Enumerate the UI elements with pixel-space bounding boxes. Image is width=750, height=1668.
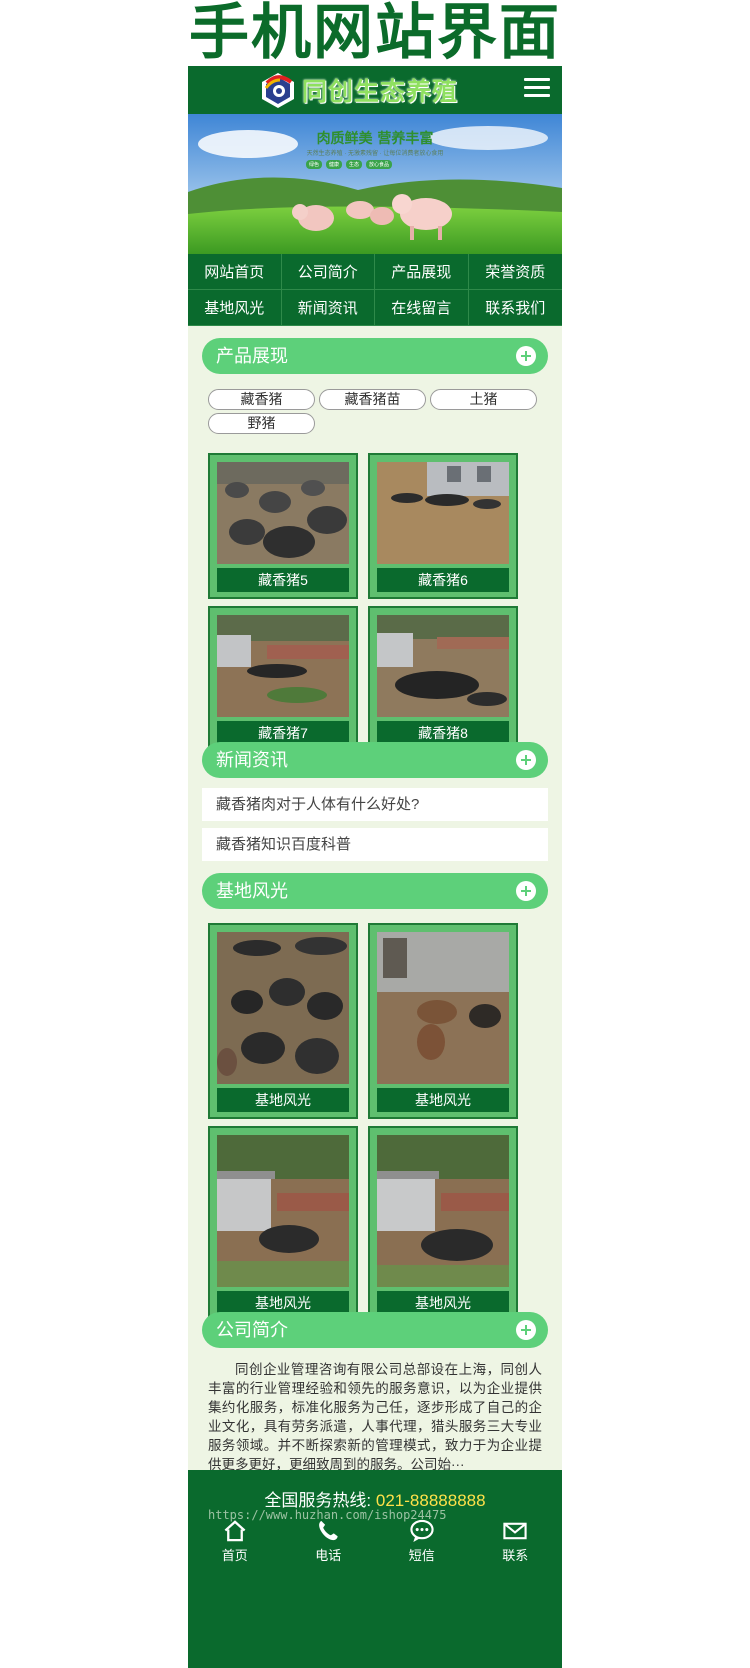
nav-item-message[interactable]: 在线留言	[375, 290, 469, 326]
scenery-card[interactable]: 基地风光	[368, 1126, 518, 1322]
hero-headline: 肉质鲜美 营养丰富	[316, 131, 434, 147]
logo-text: 同创生态养殖	[302, 77, 459, 106]
nav-item-contact[interactable]: 联系我们	[468, 290, 562, 326]
section-header-scenery[interactable]: 基地风光	[202, 873, 548, 909]
scenery-photo	[377, 932, 509, 1084]
scenery-photo	[217, 932, 349, 1084]
section-title: 公司简介	[216, 1320, 288, 1340]
plus-icon[interactable]	[516, 346, 536, 366]
scenery-caption: 基地风光	[217, 1088, 349, 1112]
tab-sms[interactable]: 短信	[375, 1518, 469, 1568]
category-tag[interactable]: 藏香猪	[208, 389, 315, 410]
site-header: 同创生态养殖	[188, 66, 562, 114]
product-caption: 藏香猪6	[377, 568, 509, 592]
section-header-products[interactable]: 产品展现	[202, 338, 548, 374]
scenery-card[interactable]: 基地风光	[208, 1126, 358, 1322]
plus-icon[interactable]	[516, 881, 536, 901]
nav-item-base[interactable]: 基地风光	[188, 290, 282, 326]
tab-label: 短信	[408, 1548, 435, 1563]
main-nav: 网站首页 公司简介 产品展现 荣誉资质 基地风光 新闻资讯 在线留言 联系我们	[188, 254, 562, 326]
scenery-card[interactable]: 基地风光	[368, 923, 518, 1119]
page-banner-title: 手机网站界面	[189, 0, 561, 68]
section-title: 产品展现	[216, 346, 288, 366]
category-tag[interactable]: 野猪	[208, 413, 315, 434]
hero-pill: 放心食品	[366, 160, 393, 169]
nav-item-products[interactable]: 产品展现	[375, 254, 469, 290]
product-photo	[377, 462, 509, 564]
scenery-card[interactable]: 基地风光	[208, 923, 358, 1119]
menu-icon[interactable]	[524, 78, 550, 100]
product-card[interactable]: 藏香猪6	[368, 453, 518, 599]
tab-phone[interactable]: 电话	[282, 1518, 376, 1568]
hero-pill: 生态	[346, 160, 363, 169]
tab-label: 联系	[502, 1548, 529, 1563]
hero-pill: 绿色	[306, 160, 323, 169]
tab-label: 首页	[221, 1548, 248, 1563]
mail-icon	[503, 1522, 527, 1540]
plus-icon[interactable]	[516, 750, 536, 770]
hero-pill: 健康	[326, 160, 343, 169]
bottom-tab-bar: 首页 电话 短信 联系	[188, 1518, 562, 1568]
hero-pills: 绿色 健康 生态 放心食品	[306, 160, 393, 169]
hero-subline: 天然生态养殖 · 无激素残留 · 让每位消费者放心食用	[306, 151, 444, 157]
section-header-about[interactable]: 公司简介	[202, 1312, 548, 1348]
site-footer: 全国服务热线: 021-88888888 https://www.huzhan.…	[188, 1470, 562, 1668]
sms-icon	[410, 1519, 434, 1543]
nav-item-about[interactable]: 公司简介	[281, 254, 375, 290]
plus-icon[interactable]	[516, 1320, 536, 1340]
product-caption: 藏香猪5	[217, 568, 349, 592]
home-icon	[224, 1520, 246, 1542]
product-photo	[217, 462, 349, 564]
tab-home[interactable]: 首页	[188, 1518, 282, 1568]
section-header-news[interactable]: 新闻资讯	[202, 742, 548, 778]
product-photo	[217, 615, 349, 717]
hero-banner: 肉质鲜美 营养丰富 天然生态养殖 · 无激素残留 · 让每位消费者放心食用 绿色…	[188, 114, 562, 254]
scenery-caption: 基地风光	[377, 1088, 509, 1112]
section-title: 新闻资讯	[216, 750, 288, 770]
section-title: 基地风光	[216, 881, 288, 901]
product-card[interactable]: 藏香猪5	[208, 453, 358, 599]
category-tag[interactable]: 藏香猪苗	[319, 389, 426, 410]
scenery-photo	[377, 1135, 509, 1287]
product-card[interactable]: 藏香猪7	[208, 606, 358, 752]
news-item[interactable]: 藏香猪肉对于人体有什么好处?	[202, 788, 548, 821]
company-intro-text: 同创企业管理咨询有限公司总部设在上海，同创人丰富的行业管理经验和领先的服务意识，…	[208, 1362, 542, 1472]
scenery-photo	[217, 1135, 349, 1287]
product-photo	[377, 615, 509, 717]
logo-emblem-icon	[262, 73, 294, 108]
product-card[interactable]: 藏香猪8	[368, 606, 518, 752]
news-item[interactable]: 藏香猪知识百度科普	[202, 828, 548, 861]
phone-icon	[319, 1520, 338, 1541]
nav-item-honors[interactable]: 荣誉资质	[468, 254, 562, 290]
nav-item-home[interactable]: 网站首页	[188, 254, 282, 290]
mobile-site: 同创生态养殖 肉质鲜美 营养丰富 天然生态养殖 · 无激素残留 · 让每位消费者…	[188, 66, 562, 1668]
category-tag[interactable]: 土猪	[430, 389, 537, 410]
nav-item-news[interactable]: 新闻资讯	[281, 290, 375, 326]
tab-contact[interactable]: 联系	[469, 1518, 563, 1568]
site-logo[interactable]: 同创生态养殖	[258, 70, 458, 110]
tab-label: 电话	[315, 1548, 342, 1563]
